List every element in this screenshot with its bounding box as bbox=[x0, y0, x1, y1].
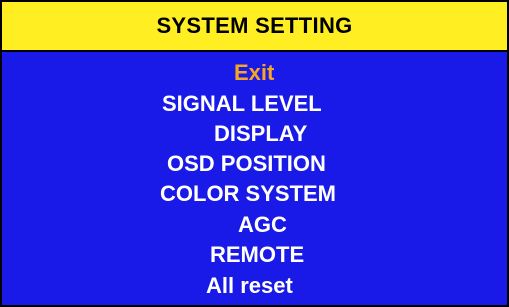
menu-item-all-reset[interactable]: All reset bbox=[206, 273, 293, 299]
osd-header: SYSTEM SETTING bbox=[2, 2, 507, 52]
menu-item-agc[interactable]: AGC bbox=[238, 212, 287, 238]
page-title: SYSTEM SETTING bbox=[156, 13, 353, 38]
menu-item-display[interactable]: DISPLAY bbox=[214, 121, 307, 147]
menu-item-signal-level[interactable]: SIGNAL LEVEL bbox=[162, 91, 322, 117]
osd-menu-list: Exit SIGNAL LEVEL DISPLAY OSD POSITION C… bbox=[2, 52, 507, 305]
menu-item-color-system[interactable]: COLOR SYSTEM bbox=[160, 181, 336, 207]
osd-menu-window: SYSTEM SETTING Exit SIGNAL LEVEL DISPLAY… bbox=[0, 0, 509, 307]
menu-item-exit[interactable]: Exit bbox=[234, 60, 274, 86]
menu-item-osd-position[interactable]: OSD POSITION bbox=[167, 151, 326, 177]
menu-item-remote[interactable]: REMOTE bbox=[210, 242, 304, 268]
